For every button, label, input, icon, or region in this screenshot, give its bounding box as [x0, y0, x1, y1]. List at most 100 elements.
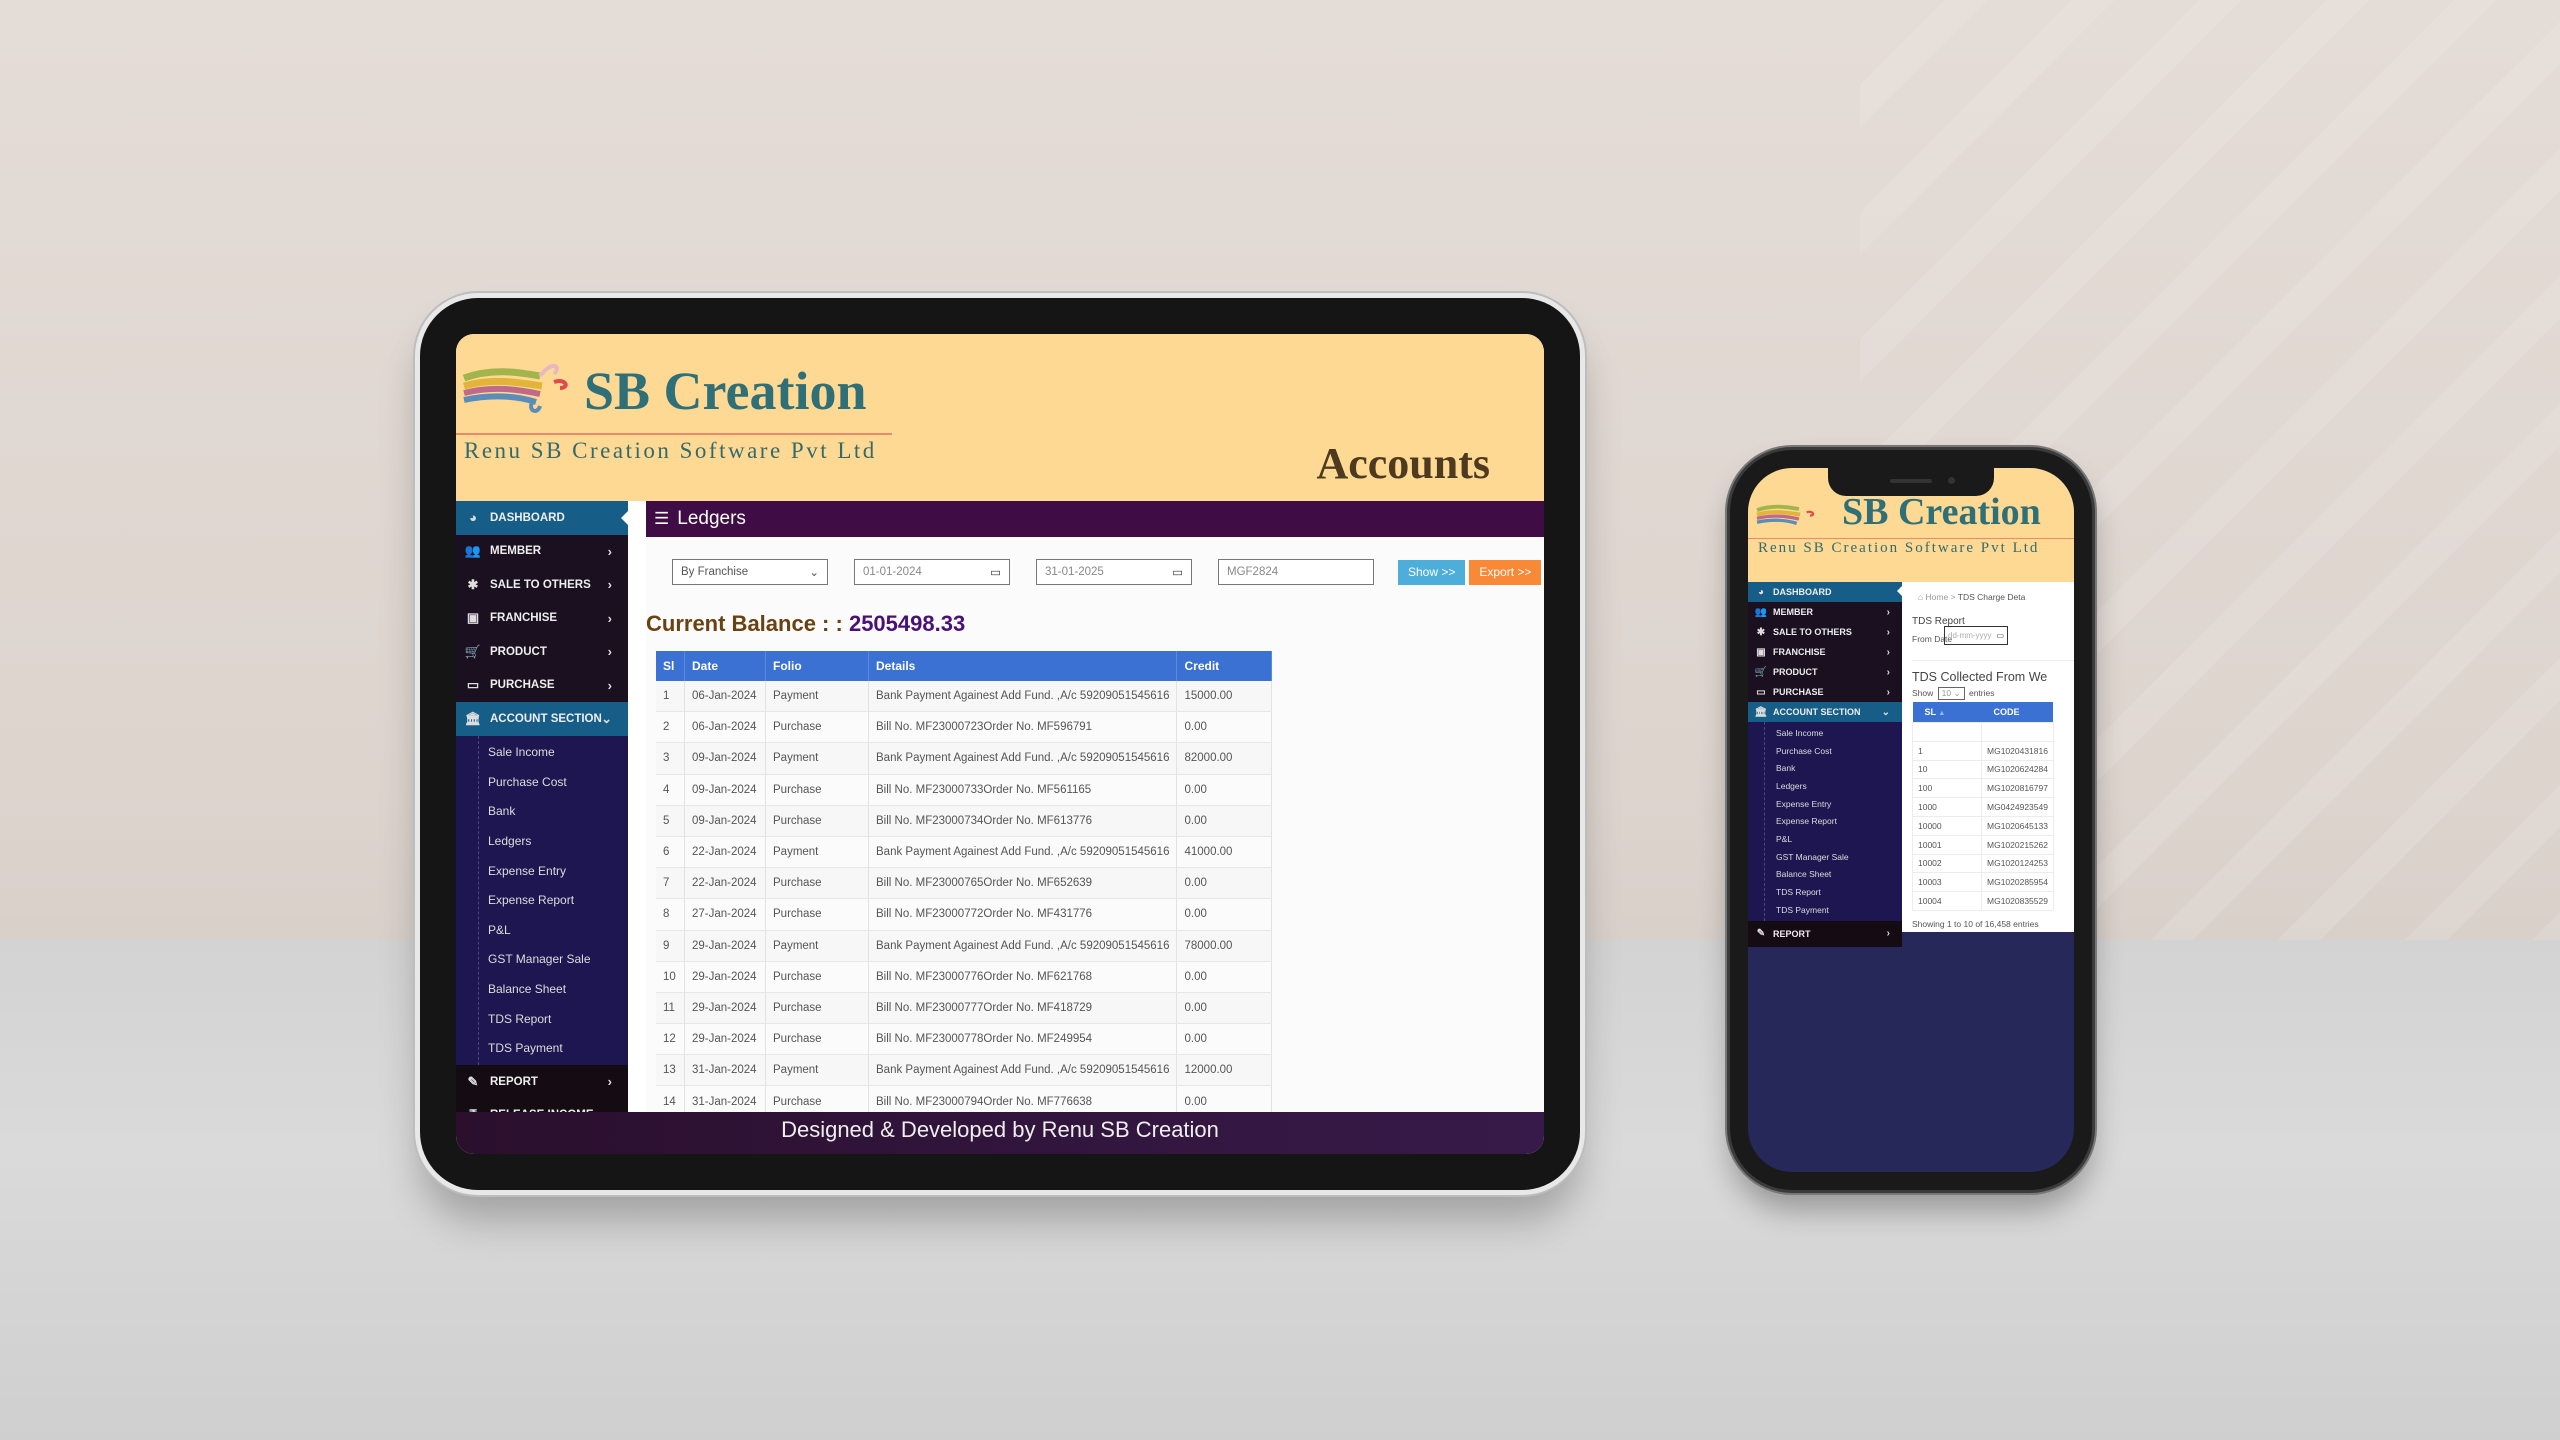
subnav-pnl[interactable]: P&L — [456, 915, 628, 945]
subnav-purchase-cost[interactable]: Purchase Cost — [456, 767, 628, 797]
nav-purchase[interactable]: ▭ PURCHASE › — [456, 669, 628, 703]
col-credit[interactable]: Credit — [1176, 651, 1273, 681]
subnav-tds-report[interactable]: TDS Report — [1748, 883, 1902, 901]
subnav-expense-entry[interactable]: Expense Entry — [1748, 795, 1902, 813]
cell-sl: 13 — [656, 1054, 685, 1087]
col-sl[interactable]: SL ▲ — [1912, 702, 1982, 723]
cell-details: Bill No. MF23000772Order No. MF431776 — [868, 898, 1178, 931]
table-row[interactable]: 7 22-Jan-2024 Purchase Bill No. MF23000765O… — [656, 867, 1273, 900]
nav-sale-to-others[interactable]: ✱ SALE TO OTHERS › — [456, 568, 628, 602]
subnav-tds-report[interactable]: TDS Report — [456, 1004, 628, 1034]
site-header: SB Creation Renu SB Creation Software Pv… — [456, 334, 1544, 501]
col-folio[interactable]: Folio — [765, 651, 869, 681]
entries-label: entries — [1968, 688, 1995, 698]
nav-report[interactable]: ✎ REPORT › — [1748, 920, 1902, 947]
table-row[interactable]: 2 06-Jan-2024 Purchase Bill No. MF23000723O… — [656, 711, 1273, 744]
table-row[interactable]: 10003 MG1020285954 — [1912, 872, 2054, 893]
col-code[interactable]: CODE — [1981, 702, 2054, 723]
cell-sl: 10002 — [1912, 853, 1982, 874]
table-row[interactable]: 4 09-Jan-2024 Purchase Bill No. MF23000733O… — [656, 774, 1273, 806]
cell-code: MG1020645133 — [1981, 815, 2054, 836]
subnav-ledgers[interactable]: Ledgers — [1748, 777, 1902, 795]
nav-dashboard[interactable]: ◕ DASHBOARD — [456, 501, 629, 535]
nav-report[interactable]: ✎ REPORT › — [456, 1065, 628, 1099]
col-sl[interactable]: Sl — [656, 651, 685, 681]
subnav-tds-payment[interactable]: TDS Payment — [1748, 901, 1902, 919]
nav-member[interactable]: 👥 MEMBER › — [456, 535, 628, 569]
breadcrumb-current: TDS Charge Deta — [1957, 592, 2026, 602]
subnav-sale-income[interactable]: Sale Income — [1748, 724, 1902, 742]
subnav-balance-sheet[interactable]: Balance Sheet — [1748, 866, 1902, 884]
table-row[interactable]: 9 29-Jan-2024 Payment Bank Payment Againest… — [656, 930, 1273, 962]
table-row[interactable]: 10 29-Jan-2024 Purchase Bill No. MF23000776… — [656, 961, 1273, 993]
table-row[interactable]: 10001 MG1020215262 — [1912, 834, 2054, 855]
subnav-gst-manager-sale[interactable]: GST Manager Sale — [456, 945, 628, 975]
table-row[interactable]: 10000 MG1020645133 — [1912, 815, 2054, 836]
cell-folio: Payment — [765, 930, 869, 962]
col-date[interactable]: Date — [684, 651, 766, 681]
entries-select[interactable]: 10 ⌄ — [1937, 687, 1965, 700]
nav-product[interactable]: 🛒 PRODUCT › — [456, 635, 628, 669]
subnav-gst-manager-sale[interactable]: GST Manager Sale — [1748, 848, 1902, 866]
nav-label: MEMBER — [490, 545, 542, 558]
subnav-pnl[interactable]: P&L — [1748, 830, 1902, 848]
subnav-tds-payment[interactable]: TDS Payment — [456, 1033, 628, 1063]
nav-product[interactable]: 🛒 PRODUCT › — [1748, 662, 1902, 682]
subnav-expense-entry[interactable]: Expense Entry — [456, 856, 628, 886]
cell-date: 09-Jan-2024 — [684, 742, 766, 775]
subnav-purchase-cost[interactable]: Purchase Cost — [1748, 742, 1902, 760]
nav-label: SALE TO OTHERS — [1773, 627, 1852, 637]
from-date-placeholder: dd-mm-yyyy — [1948, 631, 1992, 640]
phone-notch — [1828, 468, 1994, 496]
franchise-code-input[interactable]: MGF2824 — [1218, 559, 1374, 585]
table-row[interactable] — [1912, 722, 2054, 742]
table-row[interactable]: 11 29-Jan-2024 Purchase Bill No. MF23000777… — [656, 992, 1273, 1025]
table-row[interactable]: 12 29-Jan-2024 Purchase Bill No. MF23000778… — [656, 1023, 1273, 1056]
cell-sl — [1912, 722, 1982, 742]
cell-details: Bill No. MF23000776Order No. MF621768 — [868, 961, 1178, 993]
subnav-expense-report[interactable]: Expense Report — [1748, 812, 1902, 830]
filter-type-select[interactable]: By Franchise ⌄ — [672, 559, 828, 585]
cell-sl: 4 — [656, 774, 685, 806]
nav-purchase[interactable]: ▭ PURCHASE › — [1748, 682, 1902, 702]
table-row[interactable]: 5 09-Jan-2024 Purchase Bill No. MF23000734O… — [656, 805, 1273, 837]
show-button[interactable]: Show >> — [1398, 559, 1466, 585]
nav-account-section[interactable]: 🏛 ACCOUNT SECTION ⌄ — [1748, 702, 1902, 722]
table-row[interactable]: 3 09-Jan-2024 Payment Bank Payment Againest… — [656, 742, 1273, 775]
entries-length-control: Show 10 ⌄ entries — [1912, 687, 1994, 700]
table-row[interactable]: 10002 MG1020124253 — [1912, 853, 2054, 874]
table-row[interactable]: 10004 MG1020835529 — [1912, 891, 2054, 911]
col-details[interactable]: Details — [868, 651, 1178, 681]
nav-account-section[interactable]: 🏛 ACCOUNT SECTION ⌄ — [456, 702, 628, 736]
table-row[interactable]: 100 MG1020816797 — [1912, 778, 2054, 799]
users-icon: 👥 — [464, 543, 482, 559]
table-row[interactable]: 1 06-Jan-2024 Payment Bank Payment Againest… — [656, 681, 1273, 713]
to-date-input[interactable]: 31-01-2025 ▭ — [1036, 559, 1192, 585]
table-row[interactable]: 6 22-Jan-2024 Payment Bank Payment Againest… — [656, 836, 1273, 869]
nav-member[interactable]: 👥 MEMBER › — [1748, 602, 1902, 622]
subnav-balance-sheet[interactable]: Balance Sheet — [456, 974, 628, 1004]
export-button[interactable]: Export >> — [1469, 559, 1542, 585]
table-row[interactable]: 8 27-Jan-2024 Purchase Bill No. MF23000772O… — [656, 898, 1273, 931]
chevron-down-icon: ⌄ — [809, 567, 819, 579]
subnav-bank[interactable]: Bank — [1748, 759, 1902, 777]
nav-sale-to-others[interactable]: ✱ SALE TO OTHERS › — [1748, 622, 1902, 642]
from-date-input[interactable]: dd-mm-yyyy ▭ — [1944, 626, 2008, 645]
cell-folio: Purchase — [765, 961, 869, 993]
users-icon: 👥 — [1754, 606, 1768, 618]
table-row[interactable]: 1 MG1020431816 — [1912, 740, 2054, 761]
from-date-input[interactable]: 01-01-2024 ▭ — [854, 559, 1010, 585]
nav-franchise[interactable]: ▣ FRANCHISE › — [456, 602, 628, 636]
nav-dashboard[interactable]: ◕ DASHBOARD — [1748, 582, 1903, 602]
subnav-sale-income[interactable]: Sale Income — [456, 738, 628, 768]
subnav-bank[interactable]: Bank — [456, 797, 628, 827]
subnav-expense-report[interactable]: Expense Report — [456, 885, 628, 915]
table-row[interactable]: 13 31-Jan-2024 Payment Bank Payment Againes… — [656, 1054, 1273, 1087]
subnav-ledgers[interactable]: Ledgers — [456, 826, 628, 856]
cell-sl: 10001 — [1912, 834, 1982, 855]
table-row[interactable]: 10 MG1020624284 — [1912, 759, 2054, 780]
table-row[interactable]: 1000 MG0424923549 — [1912, 797, 2054, 817]
breadcrumb-home[interactable]: Home — [1926, 592, 1949, 602]
account-submenu: Sale Income Purchase Cost Bank Ledgers E… — [456, 735, 628, 1066]
nav-franchise[interactable]: ▣ FRANCHISE › — [1748, 642, 1902, 662]
